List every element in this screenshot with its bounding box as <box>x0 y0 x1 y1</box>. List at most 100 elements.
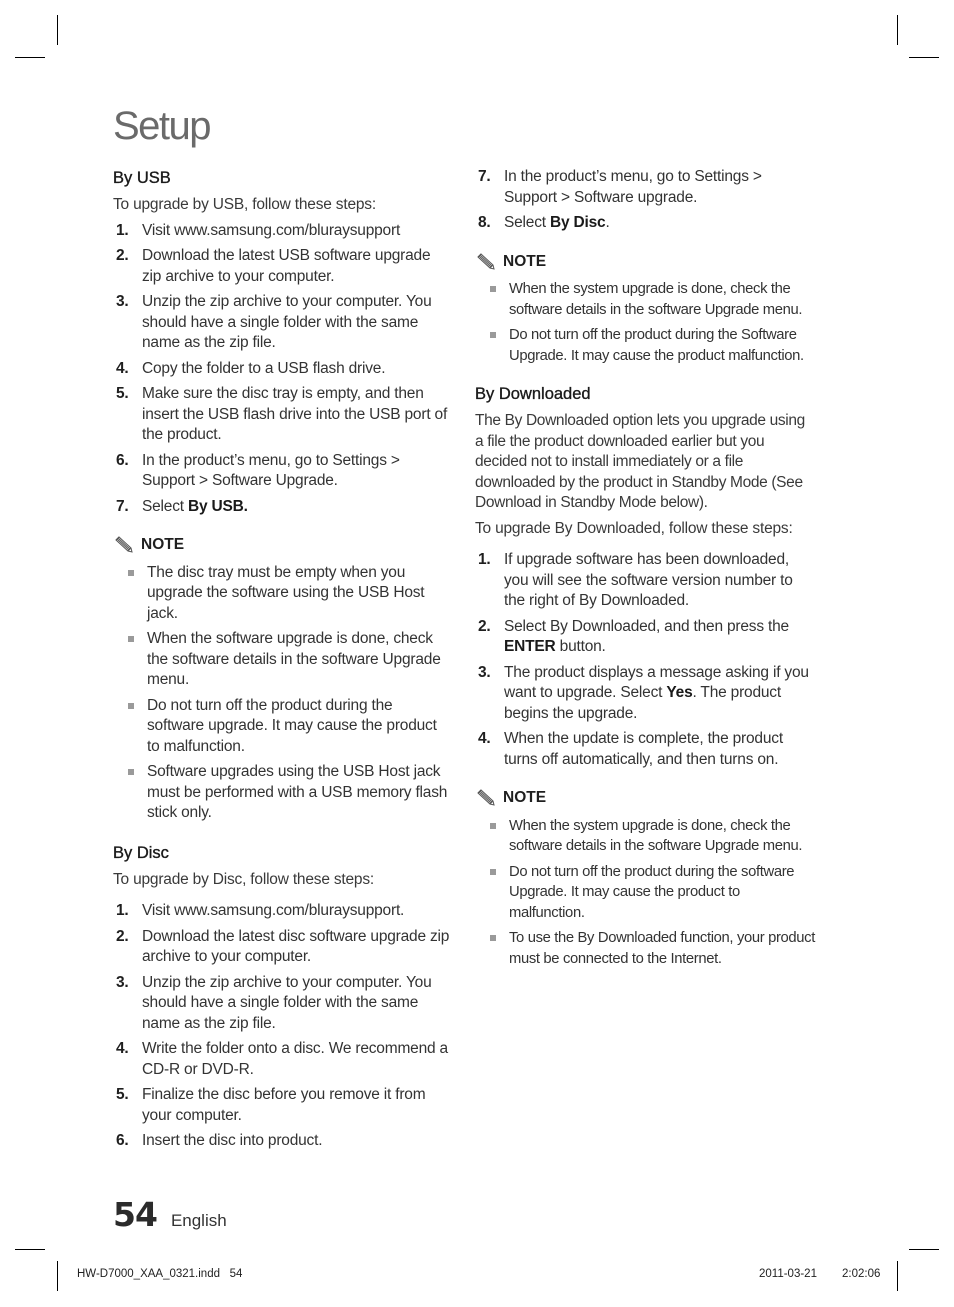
section-by-disc-continued: 7. In the product’s menu, go to Settings … <box>475 167 815 366</box>
note-label: NOTE <box>503 252 547 270</box>
note-text: Software upgrades using the USB Host jac… <box>147 763 448 821</box>
step-item: 5. Finalize the disc before you remove it… <box>113 1085 453 1126</box>
step-item: 2. Download the latest USB software upgra… <box>113 246 453 287</box>
crop-mark-bottom-right-horizontal <box>909 1249 939 1250</box>
step-list: 1. Visit www.samsung.com/bluraysupport. 2… <box>113 901 453 1152</box>
note-item: When the system upgrade is done, check t… <box>475 816 815 857</box>
step-text: Insert the disc into product. <box>142 1132 323 1149</box>
note-item: Do not turn off the product during the s… <box>475 862 815 924</box>
step-number: 6. <box>116 451 129 469</box>
note-heading: NOTE <box>475 788 815 809</box>
step-text: Unzip the zip archive to your computer. … <box>142 973 432 1032</box>
step-number: 2. <box>478 617 491 635</box>
step-number: 1. <box>116 221 129 239</box>
note-item: When the software upgrade is done, check… <box>113 629 453 691</box>
step-text: In the product’s menu, go to Settings > … <box>504 168 762 206</box>
step-item: 1. If upgrade software has been downloade… <box>475 550 815 612</box>
step-number: 3. <box>478 663 491 681</box>
step-item: 3. Unzip the zip archive to your computer… <box>113 292 453 354</box>
step-text-bold: By Disc <box>550 214 606 231</box>
step-text-suffix: . <box>605 214 610 231</box>
right-column: 7. In the product’s menu, go to Settings … <box>475 167 816 974</box>
crop-mark-bottom-right-vertical <box>897 1261 898 1291</box>
step-item: 6. Insert the disc into product. <box>113 1131 453 1152</box>
section-intro: To upgrade By Downloaded, follow these s… <box>475 519 793 537</box>
step-number: 8. <box>478 214 491 231</box>
pencil-note-icon <box>477 253 495 270</box>
note-heading: NOTE <box>475 252 815 273</box>
section-by-disc: By Disc To upgrade by Disc, follow these… <box>113 842 453 1152</box>
crop-mark-top-left-vertical <box>57 15 58 45</box>
bullet-square-icon <box>490 868 496 875</box>
crop-mark-bottom-left-horizontal <box>15 1249 45 1250</box>
note-text: The disc tray must be empty when you upg… <box>147 563 425 622</box>
step-item: 3. The product displays a message asking … <box>475 663 815 725</box>
pencil-note-icon <box>115 536 133 553</box>
step-text-bold: ENTER <box>504 638 556 655</box>
step-item: 2. Download the latest disc software upgr… <box>113 927 453 968</box>
step-text: If upgrade software has been downloaded,… <box>504 551 793 609</box>
step-text: Make sure the disc tray is empty, and th… <box>142 385 448 443</box>
step-text: When the update is complete, the product… <box>504 730 783 768</box>
step-item: 2. Select By Downloaded, and then press t… <box>475 617 815 658</box>
bullet-square-icon <box>128 769 134 775</box>
step-list: 1. If upgrade software has been downloade… <box>475 550 815 770</box>
note-block: NOTE When the system upgrade is done, ch… <box>475 252 815 367</box>
step-text-bold: Yes <box>666 684 693 701</box>
section-intro: To upgrade by USB, follow these steps: <box>113 196 376 213</box>
step-item: 3. Unzip the zip archive to your computer… <box>113 973 453 1035</box>
step-text: Finalize the disc before you remove it f… <box>142 1086 426 1124</box>
step-item: 7. In the product’s menu, go to Settings … <box>475 167 815 208</box>
step-number: 5. <box>116 385 129 402</box>
step-text: Unzip the zip archive to your computer. … <box>142 293 432 351</box>
page-footer: 54 English <box>113 1195 227 1234</box>
crop-mark-top-left-horizontal <box>15 57 45 58</box>
crop-mark-bottom-left-vertical <box>57 1261 58 1291</box>
note-text: To use the By Downloaded function, your … <box>509 930 815 967</box>
note-heading: NOTE <box>113 535 453 556</box>
step-text-bold: By USB. <box>188 497 248 515</box>
note-item: Do not turn off the product during the S… <box>475 325 815 366</box>
note-item: Do not turn off the product during the s… <box>113 696 453 758</box>
step-number: 2. <box>116 247 129 264</box>
step-text: In the product’s menu, go to Settings > … <box>142 451 400 490</box>
step-text: Select By Downloaded, and then press the <box>504 617 789 635</box>
step-list: 7. In the product’s menu, go to Settings … <box>475 167 815 234</box>
step-text: Visit www.samsung.com/bluraysupport. <box>142 902 405 919</box>
step-text: Download the latest USB software upgrade… <box>142 247 431 285</box>
step-number: 6. <box>116 1132 129 1149</box>
step-number: 7. <box>116 497 129 515</box>
section-heading: By Disc <box>113 843 169 862</box>
bullet-square-icon <box>490 286 496 292</box>
step-item: 4. When the update is complete, the produ… <box>475 729 815 770</box>
step-number: 1. <box>478 551 491 568</box>
bullet-square-icon <box>490 935 496 941</box>
step-text: Visit www.samsung.com/bluraysupport <box>142 221 401 239</box>
section-description: The By Downloaded option lets you upgrad… <box>475 412 805 511</box>
left-column: By USB To upgrade by USB, follow these s… <box>113 167 453 1157</box>
note-list: When the system upgrade is done, check t… <box>475 279 815 366</box>
page-title-text: Setup <box>113 104 212 148</box>
section-by-usb: By USB To upgrade by USB, follow these s… <box>113 167 453 824</box>
section-by-downloaded: By Downloaded The By Downloaded option l… <box>475 383 816 969</box>
page-number: 54 <box>113 1195 158 1234</box>
note-text: When the software upgrade is done, check… <box>147 630 441 688</box>
print-slug-file: HW-D7000_XAA_0321.indd 54 <box>77 1268 243 1280</box>
step-number: 4. <box>116 1040 129 1057</box>
note-item: Software upgrades using the USB Host jac… <box>113 762 453 824</box>
step-item: 1. Visit www.samsung.com/bluraysupport. <box>113 901 453 922</box>
step-list: 1. Visit www.samsung.com/bluraysupport 2.… <box>113 221 453 518</box>
page-language: English <box>170 1211 227 1230</box>
step-text: Copy the folder to a USB flash drive. <box>142 359 386 377</box>
step-number: 3. <box>116 973 129 991</box>
bullet-square-icon <box>128 636 134 642</box>
note-text: Do not turn off the product during the s… <box>147 696 437 755</box>
section-intro: To upgrade by Disc, follow these steps: <box>113 870 375 888</box>
note-block: NOTE The disc tray must be empty when yo… <box>113 535 453 824</box>
bullet-square-icon <box>490 822 496 829</box>
bullet-square-icon <box>128 569 134 576</box>
note-item: To use the By Downloaded function, your … <box>475 928 815 969</box>
step-text: Select <box>142 497 188 515</box>
note-list: The disc tray must be empty when you upg… <box>113 563 453 824</box>
step-number: 5. <box>116 1086 129 1103</box>
